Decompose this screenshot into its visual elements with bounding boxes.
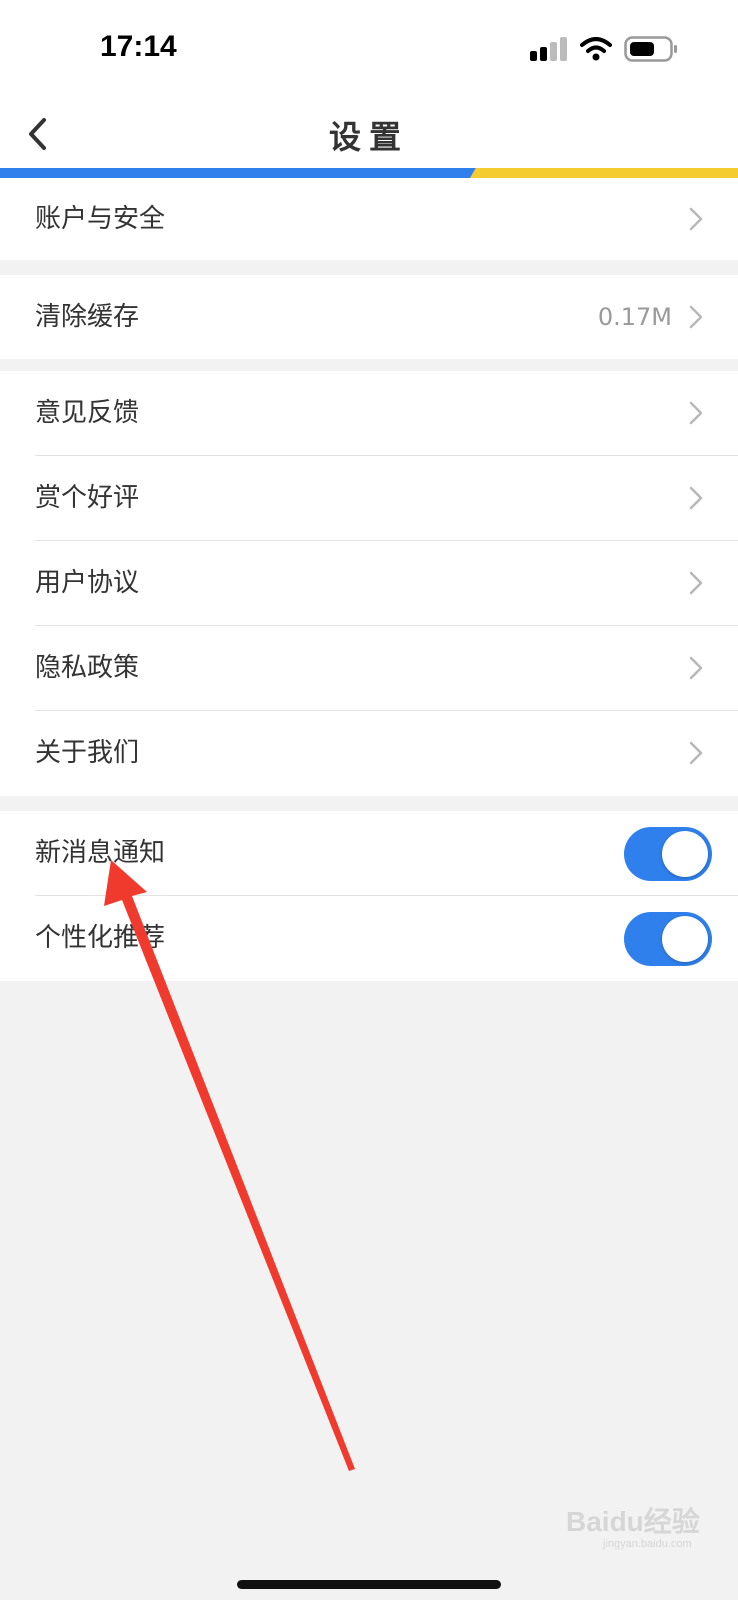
status-bar: 17:14 <box>0 0 738 100</box>
settings-item-label: 用户协议 <box>35 568 140 598</box>
accent-yellow-stripe <box>470 168 738 178</box>
accent-blue-stripe <box>0 168 480 178</box>
settings-item-label: 赏个好评 <box>35 483 140 513</box>
notification-toggle[interactable] <box>624 827 712 881</box>
status-time: 17:14 <box>100 30 177 63</box>
baidu-watermark-url: jingyan.baidu.com <box>603 1538 692 1550</box>
chevron-right-icon <box>689 741 703 765</box>
settings-item-rate-app[interactable]: 赏个好评 <box>0 456 738 541</box>
settings-item-feedback[interactable]: 意见反馈 <box>0 371 738 456</box>
page-title: 设置 <box>328 118 409 156</box>
settings-item-privacy-policy[interactable]: 隐私政策 <box>0 626 738 711</box>
wifi-icon <box>580 37 612 61</box>
settings-item-label: 账户与安全 <box>35 204 166 234</box>
cache-size-value: 0.17M <box>597 303 672 331</box>
settings-group-about: 意见反馈 赏个好评 用户协议 隐私政策 关于我们 <box>0 371 738 796</box>
settings-item-label: 隐私政策 <box>35 653 140 683</box>
chevron-right-icon <box>689 571 703 595</box>
chevron-right-icon <box>689 486 703 510</box>
settings-item-clear-cache[interactable]: 清除缓存 0.17M <box>0 275 738 359</box>
header-accent-bar <box>0 168 738 178</box>
toggle-knob <box>662 916 708 962</box>
settings-item-personalized-recommendation: 个性化推荐 <box>0 896 738 981</box>
settings-item-label: 清除缓存 <box>35 302 140 332</box>
battery-icon <box>624 36 677 62</box>
cellular-signal-icon <box>530 37 567 61</box>
personalization-toggle[interactable] <box>624 912 712 966</box>
settings-group-notifications: 新消息通知 个性化推荐 <box>0 811 738 981</box>
settings-item-label: 个性化推荐 <box>35 923 166 953</box>
settings-item-label: 关于我们 <box>35 738 140 768</box>
chevron-right-icon <box>689 207 703 231</box>
toggle-knob <box>662 831 708 877</box>
chevron-right-icon <box>689 305 703 329</box>
settings-item-label: 意见反馈 <box>35 398 140 428</box>
settings-group-cache: 清除缓存 0.17M <box>0 275 738 359</box>
nav-bar: 设置 <box>0 100 738 168</box>
chevron-right-icon <box>689 401 703 425</box>
status-icons <box>530 34 678 64</box>
settings-item-user-agreement[interactable]: 用户协议 <box>0 541 738 626</box>
settings-group-account: 账户与安全 <box>0 178 738 260</box>
home-indicator[interactable] <box>237 1580 501 1589</box>
settings-item-new-message-notification: 新消息通知 <box>0 811 738 896</box>
chevron-right-icon <box>689 656 703 680</box>
settings-item-account-security[interactable]: 账户与安全 <box>0 178 738 260</box>
settings-item-label: 新消息通知 <box>35 838 166 868</box>
baidu-watermark: Baidu经验 <box>566 1506 700 1537</box>
settings-item-about-us[interactable]: 关于我们 <box>0 711 738 796</box>
